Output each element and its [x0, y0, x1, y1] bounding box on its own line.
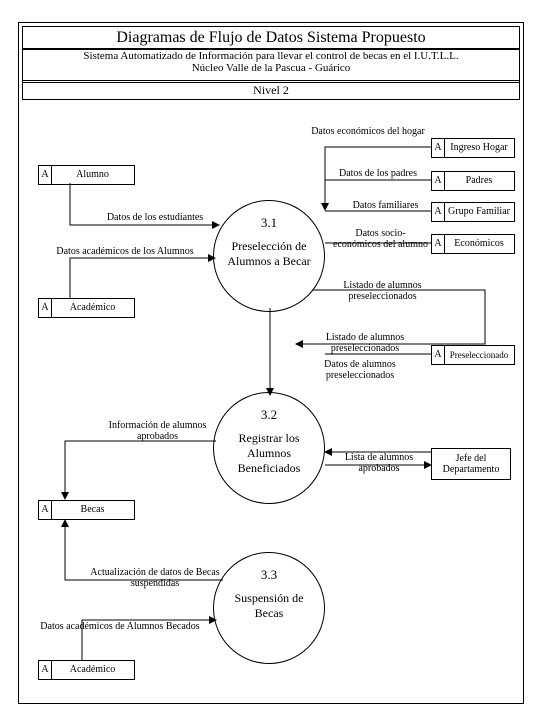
store-preseleccionado-label: Preseleccionado — [444, 346, 514, 364]
store-grupo-familiar-label: Grupo Familiar — [444, 203, 514, 221]
flow-lista-aprobados: Lista de alumnos aprobados — [333, 452, 425, 474]
store-becas-label: Becas — [51, 501, 134, 519]
flow-datos-econ-hogar: Datos económicos del hogar — [298, 126, 438, 137]
process-3-1: 3.1 Preselección de Alumnos a Becar — [213, 200, 325, 312]
process-3-2-num: 3.2 — [214, 407, 324, 423]
store-alumno-label: Alumno — [51, 166, 134, 184]
store-alumno: A Alumno — [38, 165, 135, 185]
process-3-2-name: Registrar los Alumnos Beneficiados — [214, 431, 324, 476]
process-3-1-num: 3.1 — [214, 215, 324, 231]
store-academico-label: Académico — [51, 299, 134, 317]
flow-info-aprobados: Información de alumnos aprobados — [95, 420, 220, 442]
flow-datos-estudiantes: Datos de los estudiantes — [90, 212, 220, 223]
store-ingreso-hogar-label: Ingreso Hogar — [444, 139, 514, 157]
flow-datos-acad-becados: Datos académicos de Alumnos Becados — [40, 621, 200, 632]
flow-listado-presel1: Listado de alumnos preseleccionados — [330, 280, 435, 302]
flow-actualizacion-becas: Actualización de datos de Becas suspendi… — [70, 567, 240, 589]
flow-datos-familiares: Datos familiares — [343, 200, 428, 211]
entity-jefe-departamento: Jefe del Departamento — [431, 448, 511, 480]
flow-listado-presel2: Listado de alumnos preseleccionados — [310, 332, 420, 354]
flow-datos-socio-econ: Datos socio-económicos del alumno — [333, 228, 428, 250]
store-academico: A Académico — [38, 298, 135, 318]
store-padres: A Padres — [431, 171, 515, 191]
store-padres-label: Padres — [444, 172, 514, 190]
flow-datos-presel: Datos de alumnos preseleccionados — [300, 359, 420, 381]
process-3-2: 3.2 Registrar los Alumnos Beneficiados — [213, 392, 325, 504]
flow-datos-padres: Datos de los padres — [328, 168, 428, 179]
store-academico2: A Académico — [38, 660, 135, 680]
store-grupo-familiar: A Grupo Familiar — [431, 202, 515, 222]
store-academico2-label: Académico — [51, 661, 134, 679]
store-ingreso-hogar: A Ingreso Hogar — [431, 138, 515, 158]
store-economicos-label: Económicos — [444, 235, 514, 253]
process-3-3-name: Suspensión de Becas — [214, 591, 324, 621]
store-economicos: A Económicos — [431, 234, 515, 254]
diagram-page: Diagramas de Flujo de Datos Sistema Prop… — [0, 0, 540, 720]
flow-datos-academicos-alumnos: Datos académicos de los Alumnos — [40, 246, 210, 257]
process-3-1-name: Preselección de Alumnos a Becar — [214, 239, 324, 269]
store-becas: A Becas — [38, 500, 135, 520]
store-preseleccionado: A Preseleccionado — [431, 345, 515, 365]
